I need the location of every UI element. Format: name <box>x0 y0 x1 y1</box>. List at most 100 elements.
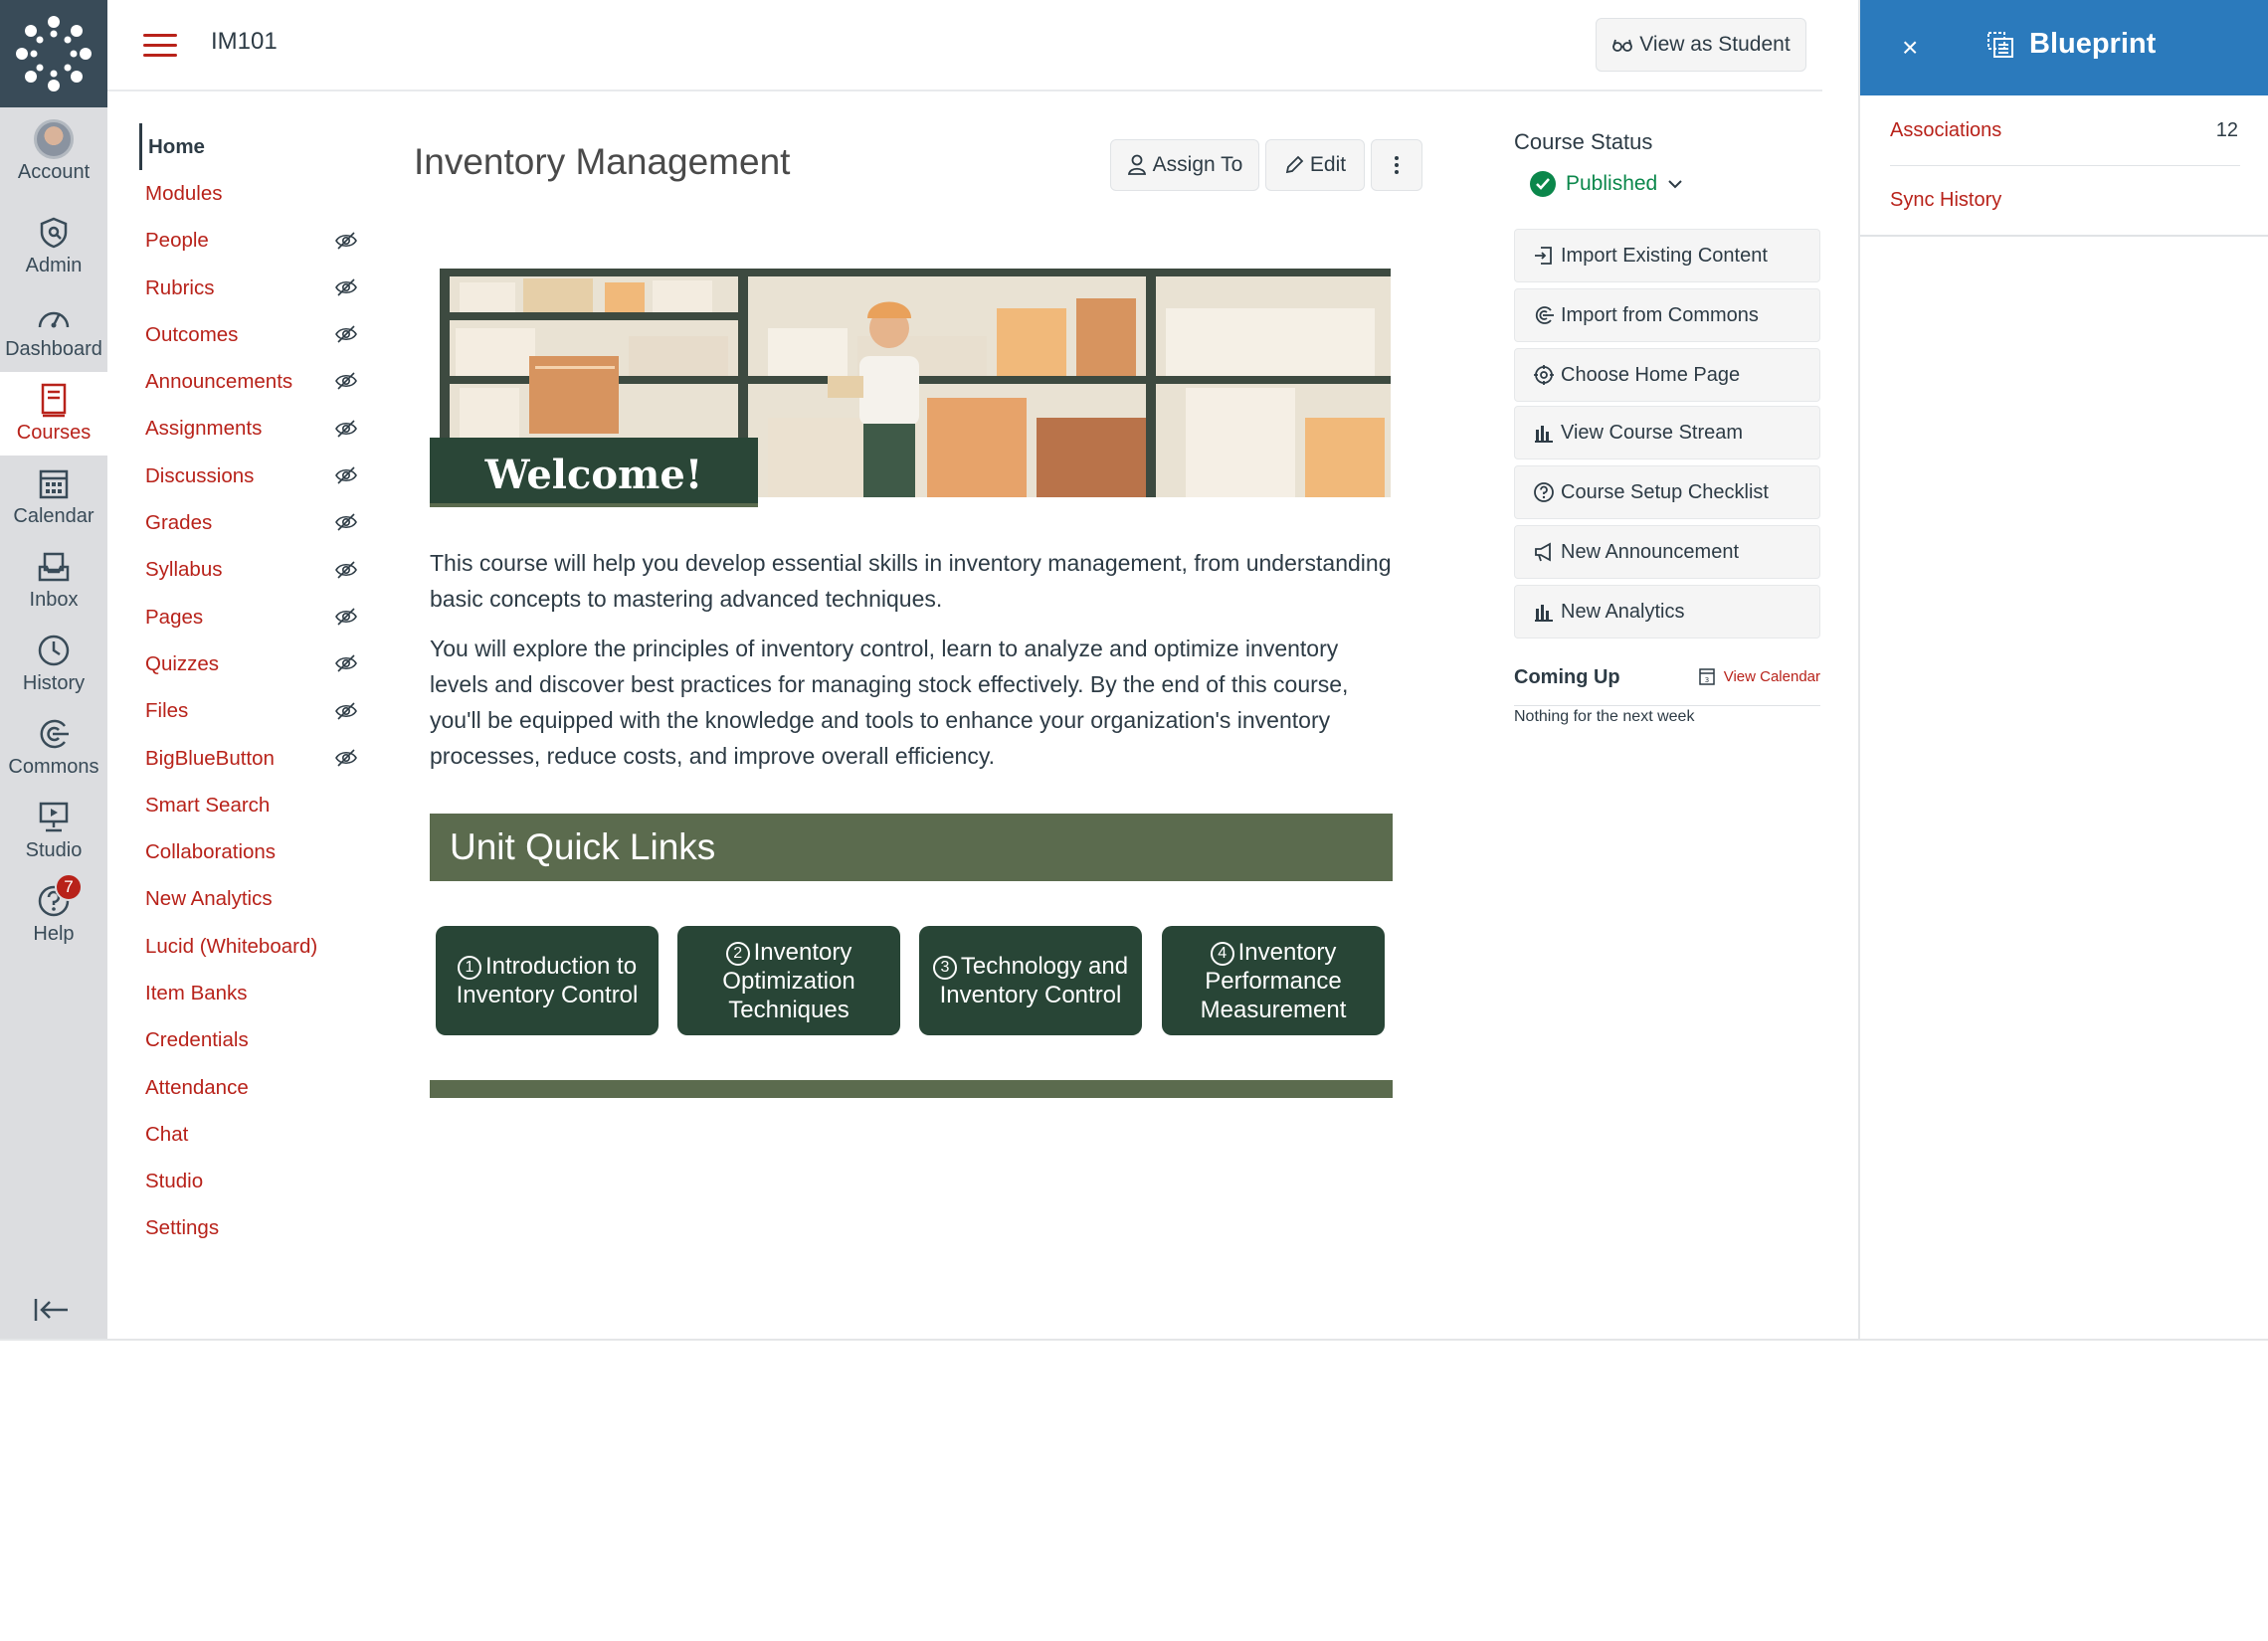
quick-link-2[interactable]: 2 Inventory Optimization Techniques <box>677 926 900 1035</box>
chevron-down-icon <box>1668 180 1682 189</box>
course-nav-label: Quizzes <box>145 651 220 675</box>
global-nav-label: Commons <box>8 756 99 778</box>
eye-slash-icon <box>335 232 357 250</box>
unit-quick-links-header: Unit Quick Links <box>430 814 1393 881</box>
course-nav-syllabus[interactable]: Syllabus <box>139 547 358 594</box>
course-nav-label: Discussions <box>145 463 255 487</box>
course-setup-checklist-button[interactable]: Course Setup Checklist <box>1514 465 1820 519</box>
user-icon <box>1127 154 1146 175</box>
coming-up-empty-text: Nothing for the next week <box>1514 708 1695 725</box>
course-nav-assignments[interactable]: Assignments <box>139 406 358 453</box>
view-calendar-link[interactable]: 3 View Calendar <box>1698 666 1820 686</box>
eye-slash-icon <box>335 372 357 391</box>
course-nav-item-banks[interactable]: Item Banks <box>139 970 358 1016</box>
global-nav-label: Courses <box>16 422 92 444</box>
welcome-banner: Welcome! <box>430 269 1391 507</box>
view-course-stream-button[interactable]: View Course Stream <box>1514 406 1820 459</box>
course-nav-smart-search[interactable]: Smart Search <box>139 782 358 828</box>
help-badge: 7 <box>55 873 83 901</box>
quick-link-3[interactable]: 3 Technology and Inventory Control <box>919 926 1142 1035</box>
quick-link-number: 3 <box>932 956 957 980</box>
course-nav-chat[interactable]: Chat <box>139 1111 358 1158</box>
import-from-commons-button[interactable]: Import from Commons <box>1514 288 1820 342</box>
global-nav-history[interactable]: History <box>0 623 107 706</box>
global-nav-courses[interactable]: Courses <box>0 372 107 456</box>
course-nav-outcomes[interactable]: Outcomes <box>139 311 358 358</box>
import-existing-content-button[interactable]: Import Existing Content <box>1514 229 1820 282</box>
course-nav-collaborations[interactable]: Collaborations <box>139 828 358 875</box>
coming-up-title: Coming Up <box>1514 666 1620 688</box>
course-nav-label: Item Banks <box>145 981 248 1004</box>
new-analytics-button[interactable]: New Analytics <box>1514 585 1820 638</box>
page-title: Inventory Management <box>414 141 791 182</box>
breadcrumb-course-code[interactable]: IM101 <box>211 28 278 56</box>
course-nav-label: New Analytics <box>145 887 273 911</box>
question-icon <box>1534 482 1554 502</box>
global-nav-dashboard[interactable]: Dashboard <box>0 288 107 372</box>
course-nav-label: Modules <box>145 181 223 205</box>
global-nav-inbox[interactable]: Inbox <box>0 539 107 623</box>
choose-home-page-button[interactable]: Choose Home Page <box>1514 348 1820 402</box>
blueprint-title: Blueprint <box>1985 28 2156 61</box>
bar-chart-icon <box>1535 426 1553 443</box>
quick-link-1[interactable]: 1 Introduction to Inventory Control <box>436 926 659 1035</box>
course-nav-attendance[interactable]: Attendance <box>139 1064 358 1111</box>
eye-slash-icon <box>335 749 357 767</box>
course-status-label: Course Status <box>1514 129 1653 154</box>
courses-icon <box>41 383 67 418</box>
course-nav-grades[interactable]: Grades <box>139 499 358 546</box>
global-nav-admin[interactable]: Admin <box>0 205 107 288</box>
course-nav-label: Home <box>148 134 205 158</box>
published-status-dropdown[interactable]: Published <box>1530 171 1683 197</box>
hamburger-menu-icon[interactable] <box>143 34 177 60</box>
canvas-logo[interactable] <box>0 0 107 107</box>
course-nav-credentials[interactable]: Credentials <box>139 1017 358 1064</box>
global-nav-commons[interactable]: Commons <box>0 706 107 790</box>
course-nav-lucid-whiteboard[interactable]: Lucid (Whiteboard) <box>139 923 358 970</box>
course-nav-studio[interactable]: Studio <box>139 1159 358 1205</box>
course-nav-pages[interactable]: Pages <box>139 594 358 640</box>
global-nav-studio[interactable]: Studio <box>0 790 107 873</box>
course-nav-label: Grades <box>145 511 213 535</box>
close-icon[interactable]: × <box>1902 32 1918 64</box>
view-as-student-button[interactable]: View as Student <box>1596 18 1806 72</box>
pencil-icon <box>1285 155 1304 174</box>
blueprint-tray: × Blueprint Associations 12 Sync History <box>1858 0 2268 1339</box>
collapse-nav-button[interactable] <box>32 1295 76 1331</box>
course-nav-files[interactable]: Files <box>139 688 358 735</box>
global-nav-account[interactable]: Account <box>0 111 107 195</box>
assign-to-button[interactable]: Assign To <box>1110 139 1259 191</box>
import-icon <box>1535 247 1552 265</box>
course-nav-people[interactable]: People <box>139 218 358 265</box>
blueprint-header: × Blueprint <box>1860 0 2268 95</box>
new-announcement-button[interactable]: New Announcement <box>1514 525 1820 579</box>
edit-button[interactable]: Edit <box>1265 139 1365 191</box>
course-nav-home[interactable]: Home <box>139 123 358 171</box>
course-nav-label: Files <box>145 699 189 723</box>
course-nav-new-analytics[interactable]: New Analytics <box>139 876 358 923</box>
quick-link-4[interactable]: 4 Inventory Performance Measurement <box>1162 926 1385 1035</box>
global-nav-help[interactable]: Help 7 <box>0 873 107 957</box>
clock-icon <box>38 635 70 666</box>
blueprint-icon <box>1987 31 2013 58</box>
associations-link[interactable]: Associations 12 <box>1890 95 2238 165</box>
sync-history-link[interactable]: Sync History <box>1890 165 2238 235</box>
more-options-button[interactable] <box>1371 139 1422 191</box>
course-nav-rubrics[interactable]: Rubrics <box>139 265 358 311</box>
quick-link-label: Technology and Inventory Control <box>939 953 1129 1008</box>
eye-slash-icon <box>335 608 357 626</box>
calendar-icon <box>39 469 69 499</box>
course-nav-discussions[interactable]: Discussions <box>139 453 358 499</box>
course-nav-label: Assignments <box>145 417 263 441</box>
course-nav-modules[interactable]: Modules <box>139 170 358 217</box>
course-nav-settings[interactable]: Settings <box>139 1205 358 1252</box>
global-nav-calendar[interactable]: Calendar <box>0 456 107 539</box>
course-nav-label: Smart Search <box>145 793 271 817</box>
course-nav-label: Announcements <box>145 370 293 394</box>
course-nav-announcements[interactable]: Announcements <box>139 358 358 405</box>
course-nav-quizzes[interactable]: Quizzes <box>139 640 358 687</box>
course-nav-bigbluebutton[interactable]: BigBlueButton <box>139 735 358 782</box>
course-nav-label: Pages <box>145 605 204 629</box>
check-circle-icon <box>1530 171 1556 197</box>
global-nav-label: Inbox <box>29 589 79 611</box>
